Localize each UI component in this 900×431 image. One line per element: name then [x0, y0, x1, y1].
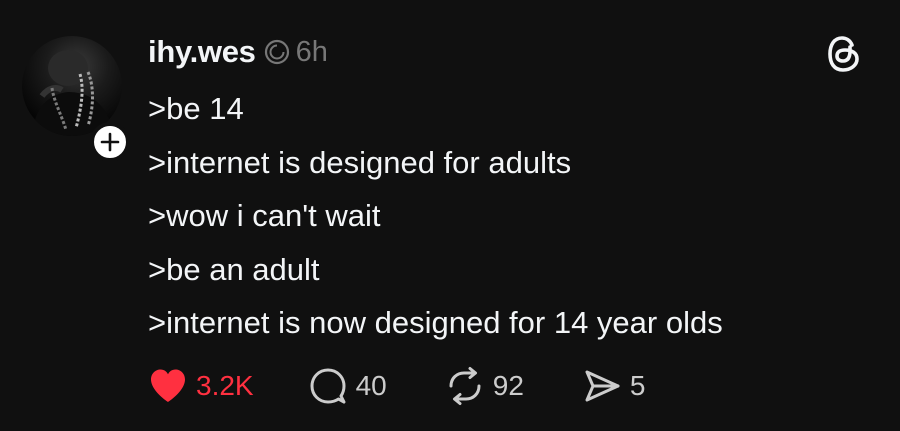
repost-count: 92 [492, 370, 524, 401]
username-link[interactable]: ihy.wes [148, 34, 256, 70]
like-button[interactable]: 3.2K [148, 367, 254, 405]
avatar[interactable] [22, 36, 122, 136]
post-body: >be 14 >internet is designed for adults … [148, 82, 723, 350]
post-actions: 3.2K 40 92 5 [148, 364, 646, 408]
post-text-line: >be 14 [148, 91, 244, 126]
post-text-line: >be an adult [148, 251, 320, 287]
threads-logo-icon[interactable] [826, 34, 862, 74]
post-header: ihy.wes 6h [148, 30, 328, 74]
threads-verified-icon [264, 39, 290, 65]
avatar-container [22, 36, 130, 162]
like-count: 3.2K [196, 370, 254, 401]
speech-bubble-icon [310, 368, 346, 404]
repost-icon [449, 367, 481, 405]
threads-post: ihy.wes 6h >be 14 >internet is designed … [0, 0, 900, 431]
avatar-photo [32, 50, 114, 136]
repost-button[interactable]: 92 [445, 366, 524, 406]
post-text-line: >wow i can't wait [148, 198, 381, 234]
reply-button[interactable]: 40 [308, 366, 387, 406]
follow-button[interactable] [90, 122, 130, 162]
heart-icon [151, 369, 185, 402]
post-timestamp: 6h [295, 35, 328, 68]
reply-count: 40 [355, 370, 387, 401]
plus-icon [100, 132, 120, 152]
send-icon [585, 370, 620, 402]
share-count: 5 [629, 370, 646, 401]
post-text-line: >internet is now designed for 14 year ol… [148, 305, 723, 341]
post-text-line: >internet is designed for adults [148, 144, 572, 180]
share-button[interactable]: 5 [582, 366, 646, 406]
